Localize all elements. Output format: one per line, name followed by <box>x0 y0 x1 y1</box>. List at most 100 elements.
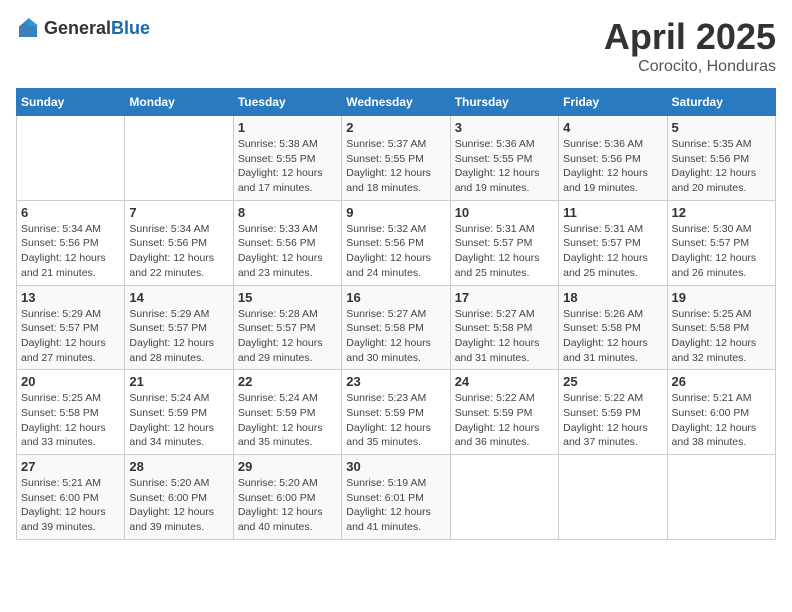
day-number: 16 <box>346 290 445 305</box>
day-number: 23 <box>346 374 445 389</box>
day-number: 5 <box>672 120 771 135</box>
day-info: Sunrise: 5:38 AMSunset: 5:55 PMDaylight:… <box>238 137 337 196</box>
day-info: Sunrise: 5:30 AMSunset: 5:57 PMDaylight:… <box>672 222 771 281</box>
day-info: Sunrise: 5:27 AMSunset: 5:58 PMDaylight:… <box>346 307 445 366</box>
day-info: Sunrise: 5:34 AMSunset: 5:56 PMDaylight:… <box>129 222 228 281</box>
day-cell: 14Sunrise: 5:29 AMSunset: 5:57 PMDayligh… <box>125 285 233 370</box>
day-cell: 11 Sunrise: 5:31 AMSunset: 5:57 PMDayligh… <box>559 200 667 285</box>
day-cell: 6 Sunrise: 5:34 AMSunset: 5:56 PMDaylight… <box>17 200 125 285</box>
logo-icon <box>16 16 40 40</box>
calendar-table: SundayMondayTuesdayWednesdayThursdayFrid… <box>16 88 776 540</box>
week-row-4: 20 Sunrise: 5:25 AMSunset: 5:58 PMDayligh… <box>17 370 776 455</box>
day-cell: 4 Sunrise: 5:36 AMSunset: 5:56 PMDaylight… <box>559 116 667 201</box>
day-number: 10 <box>455 205 554 220</box>
day-number: 28 <box>129 459 228 474</box>
day-info: Sunrise: 5:26 AMSunset: 5:58 PMDaylight:… <box>563 307 662 366</box>
day-number: 19 <box>672 290 771 305</box>
day-number: 1 <box>238 120 337 135</box>
day-number: 9 <box>346 205 445 220</box>
day-cell: 25Sunrise: 5:22 AMSunset: 5:59 PMDayligh… <box>559 370 667 455</box>
day-info: Sunrise: 5:24 AMSunset: 5:59 PMDaylight:… <box>129 391 228 450</box>
day-cell <box>559 455 667 540</box>
day-cell <box>125 116 233 201</box>
day-number: 12 <box>672 205 771 220</box>
day-cell: 7 Sunrise: 5:34 AMSunset: 5:56 PMDaylight… <box>125 200 233 285</box>
day-cell: 17 Sunrise: 5:27 AMSunset: 5:58 PMDayligh… <box>450 285 558 370</box>
week-row-2: 6 Sunrise: 5:34 AMSunset: 5:56 PMDaylight… <box>17 200 776 285</box>
logo-general: General <box>44 18 111 38</box>
day-info: Sunrise: 5:31 AMSunset: 5:57 PMDaylight:… <box>455 222 554 281</box>
day-cell <box>667 455 775 540</box>
day-info: Sunrise: 5:33 AMSunset: 5:56 PMDaylight:… <box>238 222 337 281</box>
day-cell: 3 Sunrise: 5:36 AMSunset: 5:55 PMDaylight… <box>450 116 558 201</box>
day-cell: 20 Sunrise: 5:25 AMSunset: 5:58 PMDayligh… <box>17 370 125 455</box>
day-number: 8 <box>238 205 337 220</box>
day-number: 24 <box>455 374 554 389</box>
day-number: 6 <box>21 205 120 220</box>
day-info: Sunrise: 5:31 AMSunset: 5:57 PMDaylight:… <box>563 222 662 281</box>
column-header-thursday: Thursday <box>450 89 558 116</box>
page-header: GeneralBlue April 2025 Corocito, Hondura… <box>16 16 776 76</box>
day-info: Sunrise: 5:25 AMSunset: 5:58 PMDaylight:… <box>672 307 771 366</box>
day-info: Sunrise: 5:21 AMSunset: 6:00 PMDaylight:… <box>21 476 120 535</box>
day-cell: 30 Sunrise: 5:19 AMSunset: 6:01 PMDayligh… <box>342 455 450 540</box>
day-number: 7 <box>129 205 228 220</box>
day-cell: 16 Sunrise: 5:27 AMSunset: 5:58 PMDayligh… <box>342 285 450 370</box>
day-info: Sunrise: 5:24 AMSunset: 5:59 PMDaylight:… <box>238 391 337 450</box>
day-info: Sunrise: 5:19 AMSunset: 6:01 PMDaylight:… <box>346 476 445 535</box>
day-info: Sunrise: 5:36 AMSunset: 5:56 PMDaylight:… <box>563 137 662 196</box>
day-number: 3 <box>455 120 554 135</box>
day-number: 17 <box>455 290 554 305</box>
day-info: Sunrise: 5:22 AMSunset: 5:59 PMDaylight:… <box>455 391 554 450</box>
day-info: Sunrise: 5:20 AMSunset: 6:00 PMDaylight:… <box>129 476 228 535</box>
column-header-friday: Friday <box>559 89 667 116</box>
day-info: Sunrise: 5:34 AMSunset: 5:56 PMDaylight:… <box>21 222 120 281</box>
column-header-monday: Monday <box>125 89 233 116</box>
day-cell: 21 Sunrise: 5:24 AMSunset: 5:59 PMDayligh… <box>125 370 233 455</box>
day-number: 22 <box>238 374 337 389</box>
column-header-saturday: Saturday <box>667 89 775 116</box>
week-row-5: 27 Sunrise: 5:21 AMSunset: 6:00 PMDayligh… <box>17 455 776 540</box>
day-cell: 26 Sunrise: 5:21 AMSunset: 6:00 PMDayligh… <box>667 370 775 455</box>
day-info: Sunrise: 5:27 AMSunset: 5:58 PMDaylight:… <box>455 307 554 366</box>
title-block: April 2025 Corocito, Honduras <box>604 16 776 76</box>
day-cell: 9Sunrise: 5:32 AMSunset: 5:56 PMDaylight… <box>342 200 450 285</box>
calendar-body: 1 Sunrise: 5:38 AMSunset: 5:55 PMDaylight… <box>17 116 776 540</box>
day-number: 13 <box>21 290 120 305</box>
day-number: 26 <box>672 374 771 389</box>
day-cell: 18 Sunrise: 5:26 AMSunset: 5:58 PMDayligh… <box>559 285 667 370</box>
day-info: Sunrise: 5:37 AMSunset: 5:55 PMDaylight:… <box>346 137 445 196</box>
day-number: 20 <box>21 374 120 389</box>
day-info: Sunrise: 5:29 AMSunset: 5:57 PMDaylight:… <box>21 307 120 366</box>
day-number: 30 <box>346 459 445 474</box>
day-cell: 24 Sunrise: 5:22 AMSunset: 5:59 PMDayligh… <box>450 370 558 455</box>
column-header-wednesday: Wednesday <box>342 89 450 116</box>
day-info: Sunrise: 5:36 AMSunset: 5:55 PMDaylight:… <box>455 137 554 196</box>
calendar-header-row: SundayMondayTuesdayWednesdayThursdayFrid… <box>17 89 776 116</box>
day-cell: 22 Sunrise: 5:24 AMSunset: 5:59 PMDayligh… <box>233 370 341 455</box>
day-number: 25 <box>563 374 662 389</box>
day-cell: 2Sunrise: 5:37 AMSunset: 5:55 PMDaylight… <box>342 116 450 201</box>
logo-text: GeneralBlue <box>44 18 150 39</box>
day-info: Sunrise: 5:35 AMSunset: 5:56 PMDaylight:… <box>672 137 771 196</box>
day-number: 18 <box>563 290 662 305</box>
day-number: 4 <box>563 120 662 135</box>
day-info: Sunrise: 5:29 AMSunset: 5:57 PMDaylight:… <box>129 307 228 366</box>
day-info: Sunrise: 5:21 AMSunset: 6:00 PMDaylight:… <box>672 391 771 450</box>
day-info: Sunrise: 5:28 AMSunset: 5:57 PMDaylight:… <box>238 307 337 366</box>
day-cell: 29Sunrise: 5:20 AMSunset: 6:00 PMDayligh… <box>233 455 341 540</box>
day-number: 27 <box>21 459 120 474</box>
day-cell: 10 Sunrise: 5:31 AMSunset: 5:57 PMDayligh… <box>450 200 558 285</box>
month-title: April 2025 <box>604 16 776 58</box>
day-info: Sunrise: 5:25 AMSunset: 5:58 PMDaylight:… <box>21 391 120 450</box>
day-cell: 19 Sunrise: 5:25 AMSunset: 5:58 PMDayligh… <box>667 285 775 370</box>
day-info: Sunrise: 5:23 AMSunset: 5:59 PMDaylight:… <box>346 391 445 450</box>
location-title: Corocito, Honduras <box>604 58 776 76</box>
day-cell: 13 Sunrise: 5:29 AMSunset: 5:57 PMDayligh… <box>17 285 125 370</box>
column-header-tuesday: Tuesday <box>233 89 341 116</box>
day-cell: 23 Sunrise: 5:23 AMSunset: 5:59 PMDayligh… <box>342 370 450 455</box>
day-number: 21 <box>129 374 228 389</box>
day-number: 11 <box>563 205 662 220</box>
day-cell: 5 Sunrise: 5:35 AMSunset: 5:56 PMDaylight… <box>667 116 775 201</box>
day-info: Sunrise: 5:20 AMSunset: 6:00 PMDaylight:… <box>238 476 337 535</box>
